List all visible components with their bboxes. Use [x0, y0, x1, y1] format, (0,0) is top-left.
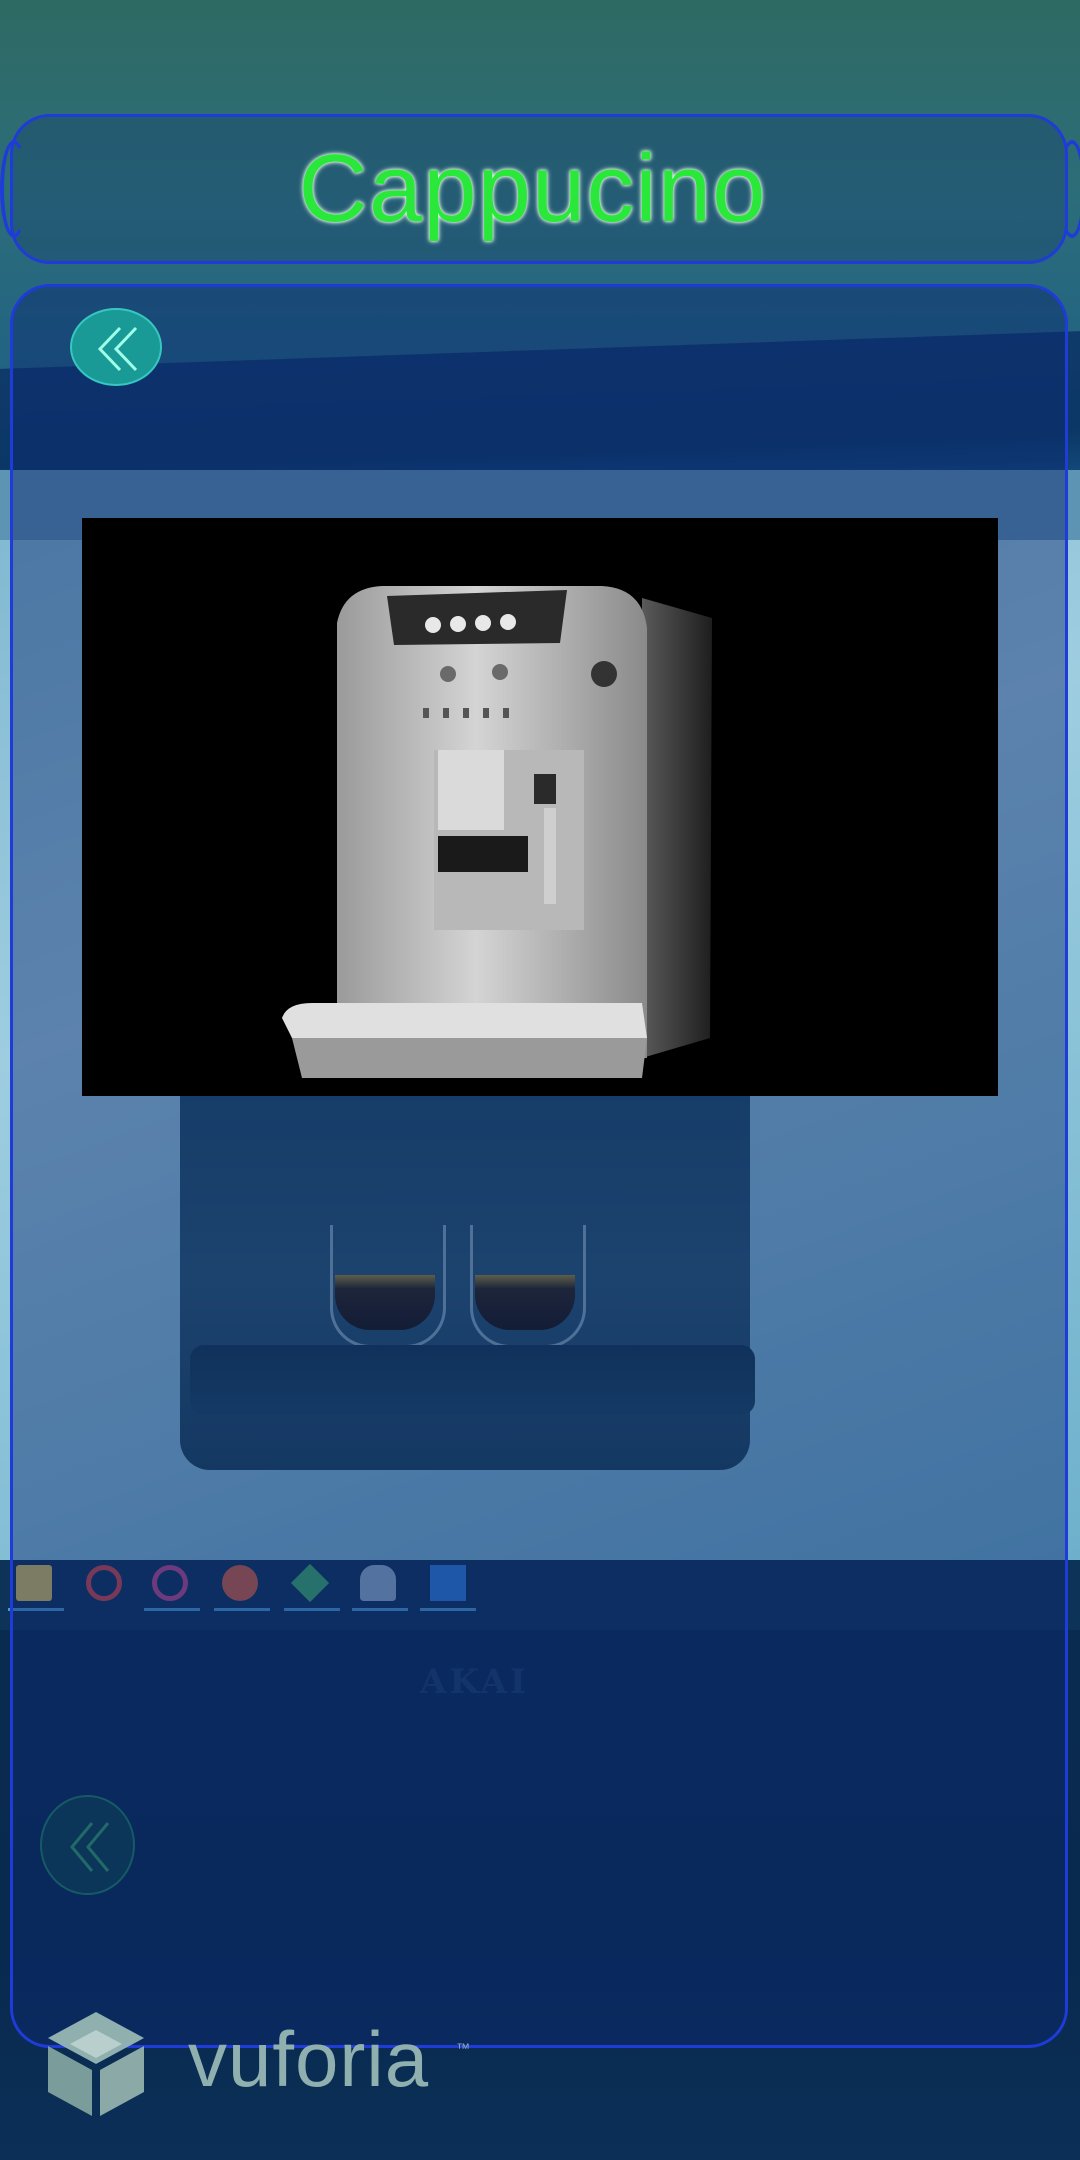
chevron-double-left-icon: [70, 1822, 110, 1872]
trademark-symbol: ™: [456, 2040, 470, 2056]
chevron-double-left-icon: [97, 326, 138, 372]
coffee-machine-video-frame: [282, 586, 712, 1078]
page-title: Cappucino: [298, 135, 767, 242]
video-player[interactable]: [82, 518, 998, 1096]
vuforia-cube-icon: [48, 2012, 144, 2116]
vuforia-wordmark: vuforia: [188, 2015, 430, 2103]
back-button[interactable]: [70, 308, 162, 386]
back-button-reflection: [40, 1795, 135, 1895]
